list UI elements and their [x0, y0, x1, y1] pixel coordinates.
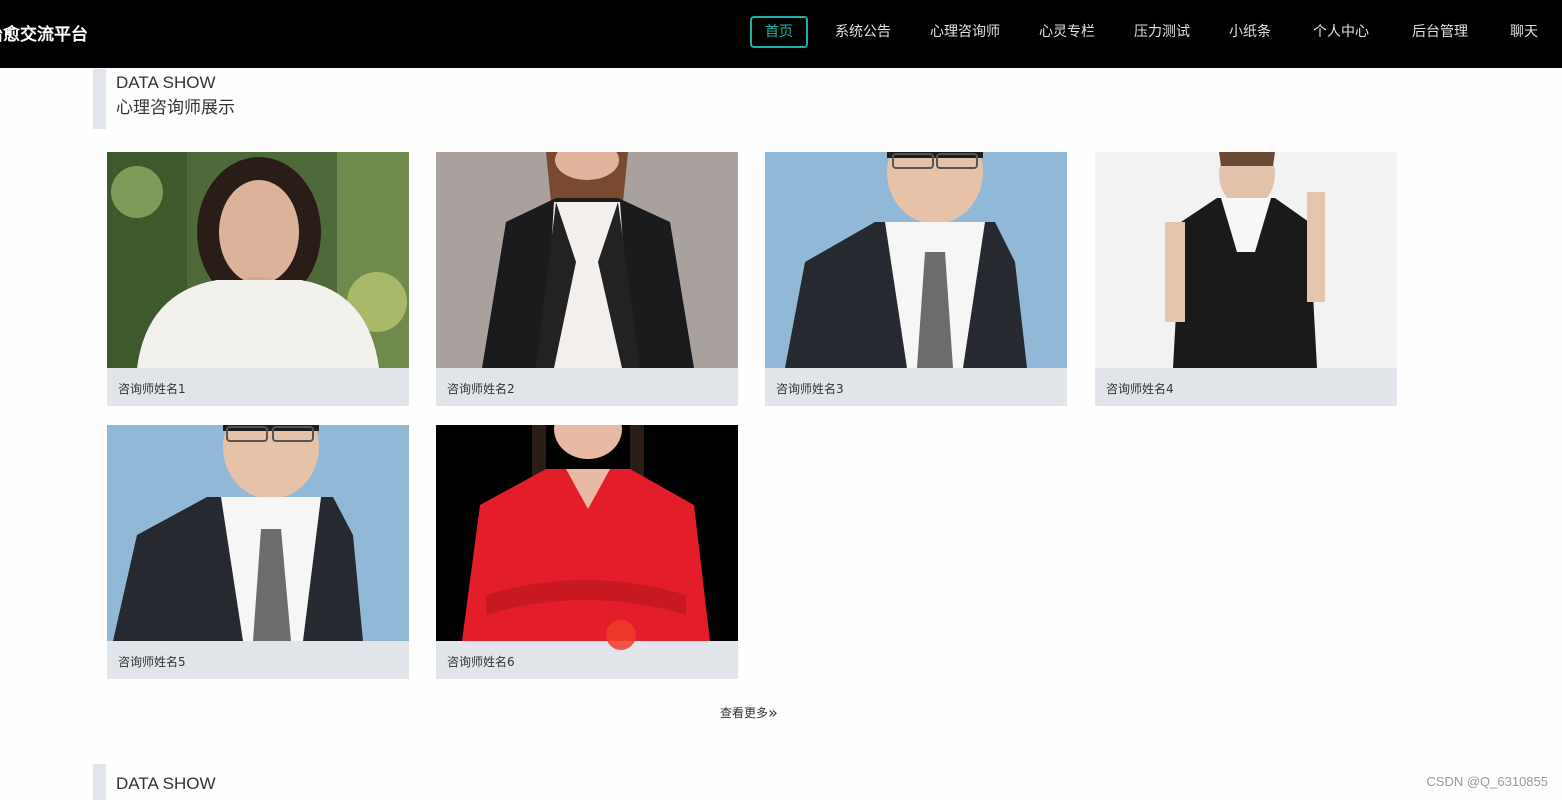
nav-item-chat[interactable]: 聊天: [1508, 16, 1540, 48]
counselor-card[interactable]: 咨询师姓名3: [765, 152, 1067, 406]
counselor-card[interactable]: 咨询师姓名6: [436, 425, 738, 679]
counselor-photo[interactable]: [436, 152, 738, 368]
site-brand[interactable]: 治愈交流平台: [0, 20, 88, 45]
nav-item-counselors[interactable]: 心理咨询师: [928, 16, 1002, 48]
double-chevron-right-icon: »: [768, 703, 778, 722]
counselor-name: 咨询师姓名1: [118, 382, 186, 396]
counselor-name: 咨询师姓名3: [776, 382, 844, 396]
top-navbar: 治愈交流平台 首页 系统公告 心理咨询师 心灵专栏 压力测试 小纸条 个人中心 …: [0, 0, 1562, 68]
nav-item-personal-center[interactable]: 个人中心: [1311, 16, 1371, 48]
counselor-photo[interactable]: [107, 152, 409, 368]
view-more-link[interactable]: 查看更多»: [720, 703, 778, 722]
nav-item-notes[interactable]: 小纸条: [1227, 16, 1273, 48]
counselor-name: 咨询师姓名4: [1106, 382, 1174, 396]
section-header-counselors: DATA SHOW 心理咨询师展示: [93, 69, 235, 129]
watermark: CSDN @Q_6310855: [1426, 774, 1548, 789]
nav-item-stress-test[interactable]: 压力测试: [1132, 16, 1192, 48]
view-more-label: 查看更多: [720, 706, 769, 720]
section-title-cn: 心理咨询师展示: [116, 98, 235, 118]
counselor-card[interactable]: 咨询师姓名2: [436, 152, 738, 406]
nav-item-column[interactable]: 心灵专栏: [1037, 16, 1097, 48]
counselor-photo[interactable]: [107, 425, 409, 641]
counselor-photo[interactable]: [436, 425, 738, 641]
nav-item-home[interactable]: 首页: [750, 16, 808, 48]
nav-item-admin[interactable]: 后台管理: [1410, 16, 1470, 48]
counselor-photo[interactable]: [1095, 152, 1397, 368]
counselor-photo[interactable]: [765, 152, 1067, 368]
nav-item-announcements[interactable]: 系统公告: [833, 16, 893, 48]
section-title-en: DATA SHOW: [116, 774, 216, 793]
section-header-second: DATA SHOW: [93, 764, 216, 800]
counselor-name: 咨询师姓名6: [447, 655, 515, 669]
counselor-card[interactable]: 咨询师姓名5: [107, 425, 409, 679]
counselor-name: 咨询师姓名5: [118, 655, 186, 669]
counselor-name: 咨询师姓名2: [447, 382, 515, 396]
pointer-indicator: [606, 620, 636, 650]
section-title-en: DATA SHOW: [116, 73, 216, 92]
counselor-card[interactable]: 咨询师姓名1: [107, 152, 409, 406]
counselor-card[interactable]: 咨询师姓名4: [1095, 152, 1397, 406]
